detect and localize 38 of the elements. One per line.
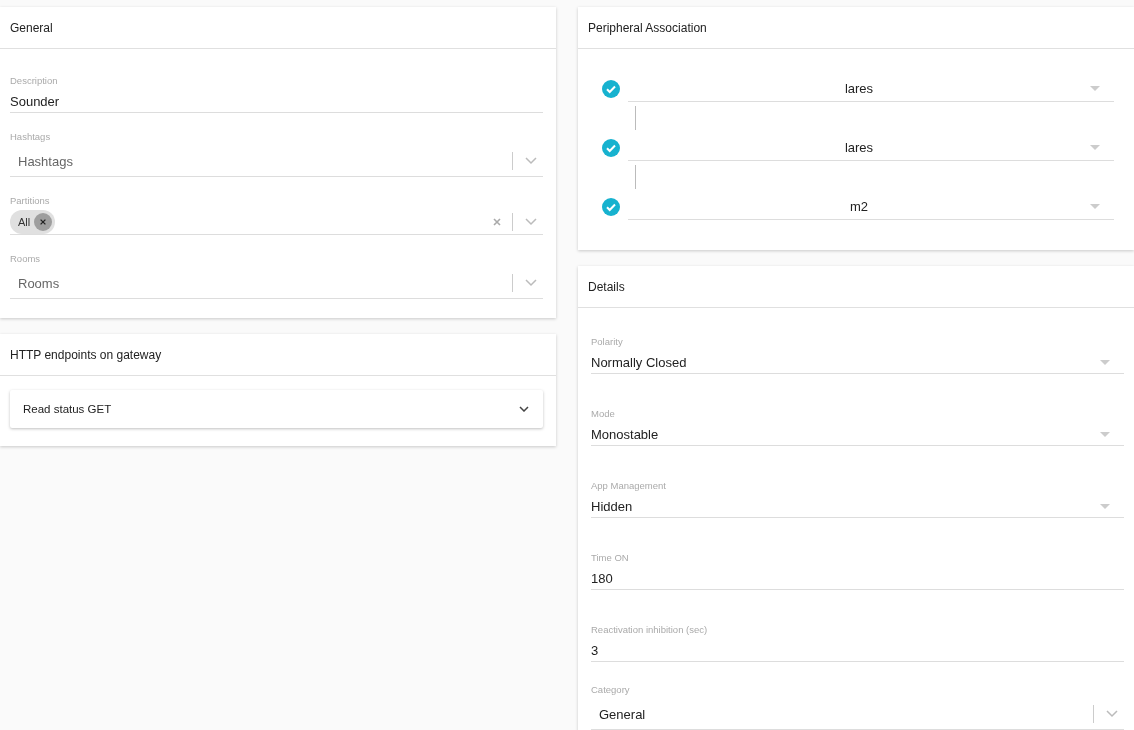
text-input-field[interactable]: 180: [591, 567, 1124, 590]
field-label: Rooms: [10, 253, 42, 264]
select-field[interactable]: Hashtags: [10, 146, 543, 177]
field-label: Reactivation inhibition (sec): [591, 624, 709, 635]
caret-down-icon[interactable]: [1100, 503, 1110, 509]
caret-down-icon[interactable]: [1100, 359, 1110, 365]
dropdown-field[interactable]: Monostable: [591, 423, 1124, 446]
card-title: General: [10, 20, 53, 35]
partition-chip[interactable]: All: [10, 210, 56, 234]
select-field[interactable]: General: [591, 699, 1124, 730]
caret-down-icon[interactable]: [1090, 85, 1100, 91]
field-label: Hashtags: [10, 131, 52, 142]
field-label: Description: [10, 75, 59, 86]
caret-down-icon[interactable]: [1090, 144, 1100, 150]
field-label: Partitions: [10, 195, 51, 206]
card-title: Peripheral Association: [588, 20, 707, 35]
caret-down-icon[interactable]: [1090, 203, 1100, 209]
field-label: Category: [591, 684, 631, 695]
card-title: HTTP endpoints on gateway: [10, 347, 162, 362]
chevron-down-icon[interactable]: [519, 406, 529, 412]
select-field[interactable]: Rooms: [10, 268, 543, 299]
select-field[interactable]: All: [10, 210, 543, 235]
field-label: Mode: [591, 408, 616, 419]
peripheral-select[interactable]: m2: [628, 193, 1114, 220]
caret-down-icon[interactable]: [1100, 431, 1110, 437]
peripheral-select[interactable]: lares: [628, 75, 1114, 102]
endpoint-panel[interactable]: Read status GET: [10, 390, 543, 428]
close-icon[interactable]: [39, 218, 48, 226]
peripheral-select[interactable]: lares: [628, 134, 1114, 161]
field-label: Polarity: [591, 336, 624, 347]
dropdown-field[interactable]: Normally Closed: [591, 351, 1124, 374]
field-label: App Management: [591, 480, 667, 491]
dropdown-field[interactable]: Hidden: [591, 495, 1124, 518]
card-title: Details: [588, 279, 625, 294]
field-label: Time ON: [591, 552, 630, 563]
chip-remove-button[interactable]: [34, 213, 53, 231]
text-input-field[interactable]: 3: [591, 639, 1124, 662]
text-input-field[interactable]: Sounder: [10, 90, 543, 113]
